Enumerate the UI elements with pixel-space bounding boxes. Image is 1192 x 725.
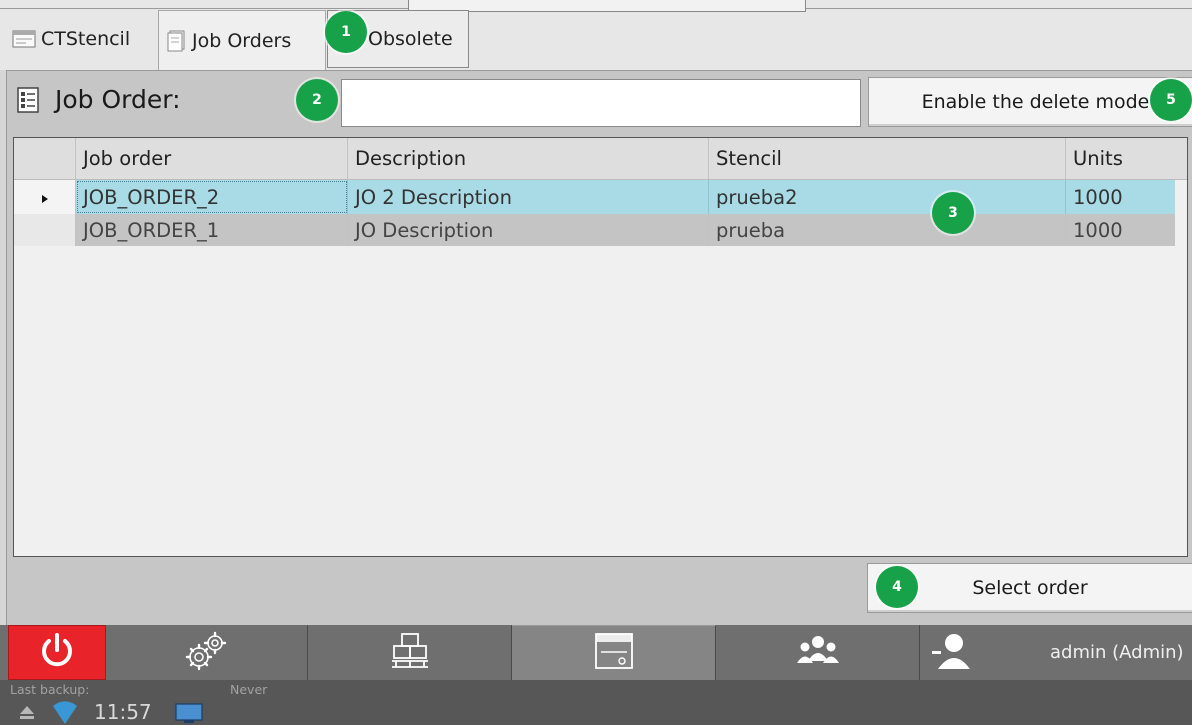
annotation-badge-3: 3 <box>932 192 974 234</box>
status-bar: Last backup: Never 11:57 <box>0 680 1192 725</box>
document-icon <box>167 30 187 52</box>
job-orders-table: Job order Description Stencil Units JOB_… <box>13 137 1188 557</box>
eject-icon[interactable] <box>18 704 36 724</box>
job-order-label: Job Order: <box>15 85 181 114</box>
cell-job-order[interactable]: JOB_ORDER_2 <box>76 180 348 214</box>
column-header-job-order[interactable]: Job order <box>76 138 348 179</box>
table-header: Job order Description Stencil Units <box>14 138 1187 180</box>
last-backup-value: Never <box>230 682 268 697</box>
cell-job-order[interactable]: JOB_ORDER_1 <box>76 214 348 246</box>
tab-label: CTStencil <box>41 28 131 50</box>
cell-description[interactable]: JO Description <box>348 214 709 246</box>
row-selector[interactable] <box>14 180 76 214</box>
job-orders-panel: Job Order: Enable the delete mode Job or… <box>6 70 1192 625</box>
tab-label: Obsolete <box>368 28 453 50</box>
tab-job-orders[interactable]: Job Orders <box>158 10 326 70</box>
clock: 11:57 <box>94 700 152 724</box>
annotation-badge-2: 2 <box>296 79 338 121</box>
settings-button[interactable] <box>106 625 308 680</box>
annotation-badge-4: 4 <box>876 566 918 608</box>
job-order-text: Job Order: <box>55 85 181 114</box>
stencil-icon <box>594 632 634 674</box>
settings-gears-icon <box>181 631 233 675</box>
network-icon <box>50 700 80 725</box>
tab-label: Job Orders <box>192 29 292 52</box>
cell-units[interactable]: 1000 <box>1066 180 1175 214</box>
user-label: admin (Admin) <box>1050 642 1184 663</box>
table-row[interactable]: JOB_ORDER_1 JO Description prueba 1000 <box>14 214 1187 246</box>
tab-ctstencil[interactable]: CTStencil <box>6 10 158 68</box>
row-selector[interactable] <box>14 214 76 246</box>
last-backup-label: Last backup: <box>10 682 90 697</box>
stencil-button[interactable] <box>512 625 716 680</box>
stencil-icon <box>12 30 36 48</box>
job-order-icon <box>15 86 41 113</box>
annotation-badge-1: 1 <box>325 11 367 53</box>
pallet-icon <box>390 631 430 675</box>
bottom-nav: admin (Admin) <box>0 625 1192 680</box>
job-order-input[interactable] <box>341 79 861 127</box>
user-account-button[interactable]: admin (Admin) <box>920 625 1192 680</box>
power-button[interactable] <box>8 625 106 680</box>
tab-bar: CTStencil Job Orders Obsolete <box>0 0 1192 70</box>
power-icon <box>39 632 75 674</box>
enable-delete-mode-button[interactable]: Enable the delete mode <box>868 77 1192 127</box>
monitor-icon[interactable] <box>174 702 204 725</box>
user-icon <box>930 631 974 675</box>
row-header-corner <box>14 138 76 179</box>
annotation-badge-5: 5 <box>1150 79 1192 121</box>
cell-units[interactable]: 1000 <box>1066 214 1175 246</box>
pallet-button[interactable] <box>308 625 512 680</box>
table-row[interactable]: JOB_ORDER_2 JO 2 Description prueba2 100… <box>14 180 1187 214</box>
cell-stencil[interactable]: prueba <box>709 214 1066 246</box>
column-header-description[interactable]: Description <box>348 138 709 179</box>
users-group-icon <box>796 633 840 673</box>
users-button[interactable] <box>716 625 920 680</box>
current-row-arrow-icon <box>41 186 49 209</box>
cell-description[interactable]: JO 2 Description <box>348 180 709 214</box>
column-header-stencil[interactable]: Stencil <box>709 138 1066 179</box>
column-header-units[interactable]: Units <box>1066 138 1175 179</box>
cell-stencil[interactable]: prueba2 <box>709 180 1066 214</box>
